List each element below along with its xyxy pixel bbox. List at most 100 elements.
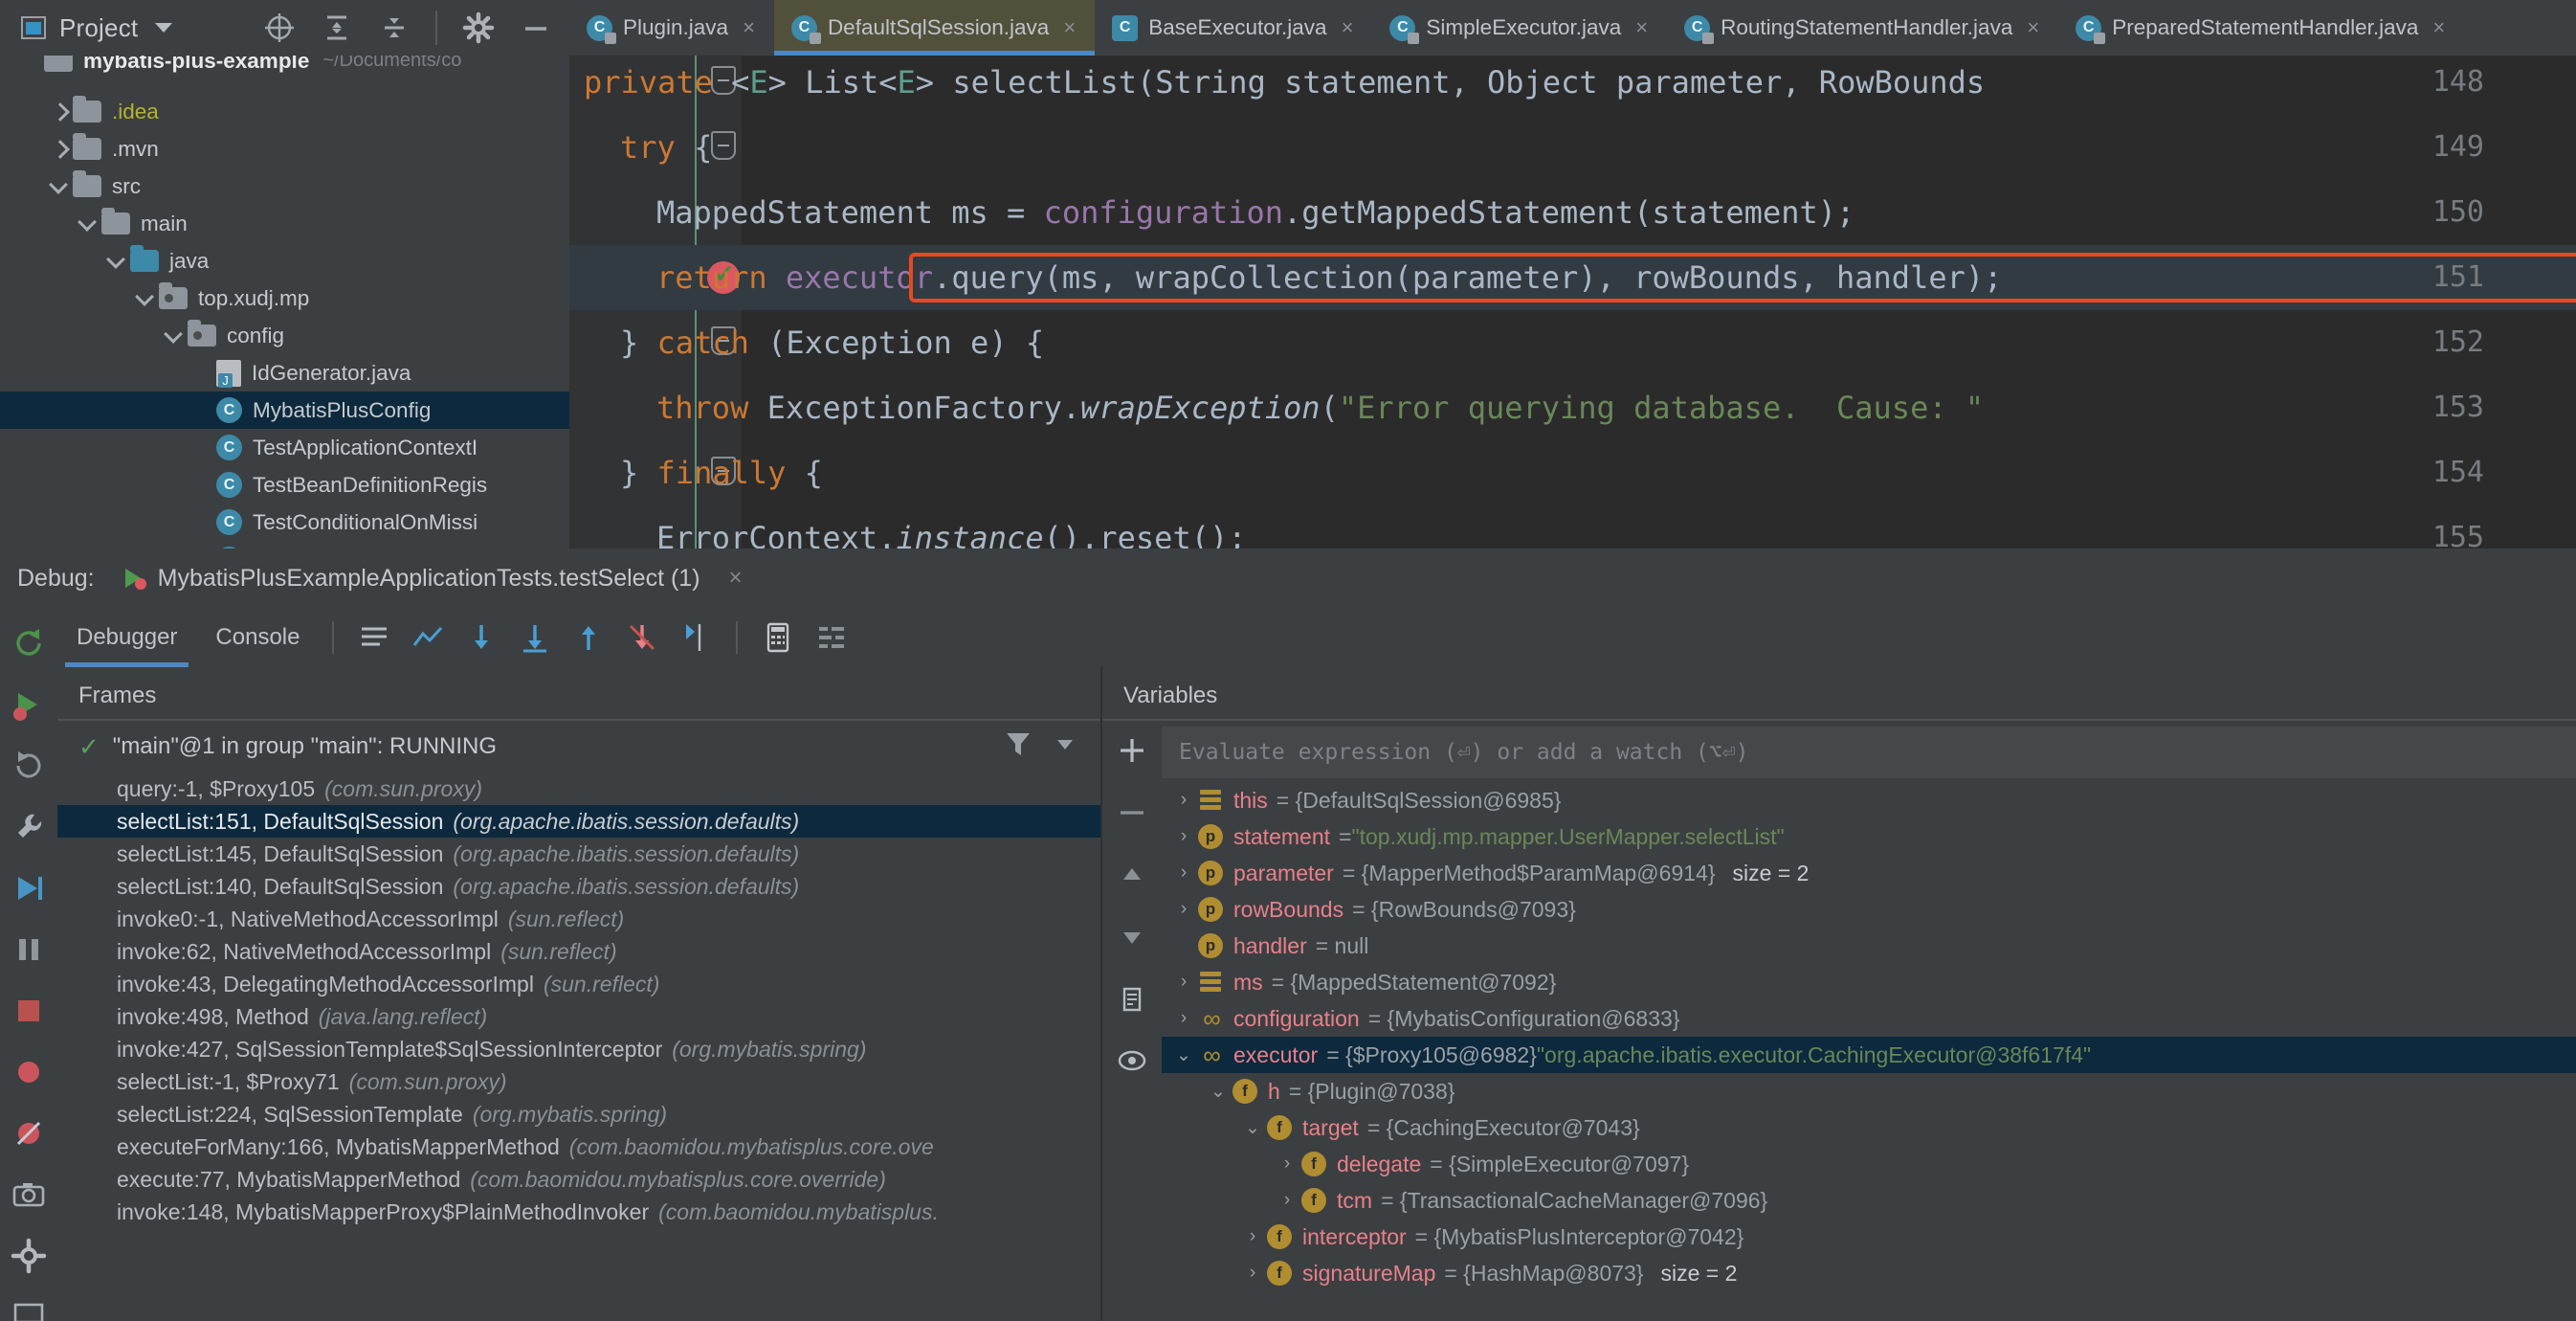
- variable-row[interactable]: › p rowBounds = {RowBounds@7093}: [1162, 891, 2576, 928]
- chevron-right-icon[interactable]: ›: [1273, 1190, 1301, 1211]
- variable-row[interactable]: › ms = {MappedStatement@7092}: [1162, 964, 2576, 1000]
- step-into-icon[interactable]: [518, 620, 552, 655]
- variable-row[interactable]: › f signatureMap = {HashMap@8073} size = 2: [1162, 1255, 2576, 1291]
- frames-list-icon[interactable]: [357, 620, 391, 655]
- tree-item-testimportbeandefinitio[interactable]: CTestImportBeanDefinitio: [0, 541, 569, 549]
- chevron-down-icon[interactable]: [1053, 731, 1077, 763]
- frame-row[interactable]: invoke:148, MybatisMapperProxy$PlainMeth…: [57, 1196, 1100, 1228]
- tree-item-main[interactable]: main: [0, 205, 569, 242]
- pause-icon[interactable]: [11, 931, 47, 968]
- tree-item-testconditionalonmissi[interactable]: C TestConditionalOnMissi: [0, 504, 569, 541]
- variable-row[interactable]: › ∞ configuration = {MybatisConfiguration@…: [1162, 1000, 2576, 1037]
- step-back-icon[interactable]: [11, 748, 47, 784]
- frame-row[interactable]: selectList:224, SqlSessionTemplate (org.m…: [57, 1098, 1100, 1131]
- frame-row[interactable]: invoke:43, DelegatingMethodAccessorImpl (…: [57, 968, 1100, 1000]
- chevron-right-icon[interactable]: ›: [1169, 899, 1198, 920]
- editor-tab-baseexecutor[interactable]: C BaseExecutor.java ×: [1095, 0, 1373, 56]
- inspect-icon[interactable]: [1116, 1045, 1148, 1083]
- variable-row[interactable]: › f delegate = {SimpleExecutor@7097}: [1162, 1146, 2576, 1182]
- chevron-down-icon[interactable]: [46, 168, 73, 205]
- step-over-play-icon[interactable]: [11, 870, 47, 907]
- camera-icon[interactable]: [11, 1176, 47, 1213]
- step-out-icon[interactable]: [571, 620, 606, 655]
- variable-row[interactable]: p handler = null: [1162, 928, 2576, 964]
- tree-item-testbeandefinitionregis[interactable]: C TestBeanDefinitionRegis: [0, 466, 569, 504]
- chevron-right-icon[interactable]: ›: [1169, 790, 1198, 811]
- chevron-right-icon[interactable]: ›: [1238, 1263, 1267, 1284]
- settings-wrench-icon[interactable]: [11, 809, 47, 845]
- tab-console[interactable]: Console: [196, 608, 319, 667]
- variables-panel[interactable]: Variables Evaluate expression (⏎) or add…: [1100, 667, 2576, 1321]
- chevron-down-icon[interactable]: [155, 23, 173, 33]
- code-line[interactable]: private <E> List<E> selectList(String st…: [569, 56, 1985, 115]
- evaluate-expression-icon[interactable]: [761, 620, 795, 655]
- gear-icon[interactable]: [11, 1238, 47, 1274]
- locate-icon[interactable]: [263, 11, 296, 44]
- frame-row[interactable]: selectList:151, DefaultSqlSession (org.ap…: [57, 805, 1100, 838]
- code-line[interactable]: ErrorContext.instance().reset();: [569, 505, 1247, 549]
- chevron-right-icon[interactable]: ›: [1273, 1153, 1301, 1175]
- drop-frame-icon[interactable]: [625, 620, 659, 655]
- chevron-right-icon[interactable]: ›: [1169, 1008, 1198, 1029]
- chevron-right-icon[interactable]: ›: [1169, 862, 1198, 884]
- variable-row[interactable]: ⌄ ∞ executor = {$Proxy105@6982} "org.apach…: [1162, 1037, 2576, 1073]
- chevron-down-icon[interactable]: ⌄: [1169, 1044, 1198, 1066]
- frame-row[interactable]: selectList:-1, $Proxy71 (com.sun.proxy): [57, 1065, 1100, 1098]
- chevron-down-icon[interactable]: [75, 205, 101, 242]
- expand-all-icon[interactable]: [321, 11, 353, 44]
- chevron-right-icon[interactable]: [46, 93, 73, 130]
- variable-row[interactable]: › f tcm = {TransactionalCacheManager@7096}: [1162, 1182, 2576, 1219]
- move-down-icon[interactable]: [1116, 921, 1148, 958]
- debug-run-config[interactable]: MybatisPlusExampleApplicationTests.testS…: [122, 565, 743, 593]
- tree-item-config[interactable]: config: [0, 317, 569, 354]
- tab-debugger[interactable]: Debugger: [57, 608, 196, 667]
- resume-program-icon[interactable]: [11, 686, 47, 723]
- chevron-down-icon[interactable]: ⌄: [1238, 1117, 1267, 1139]
- chevron-down-icon[interactable]: [161, 317, 188, 354]
- close-icon[interactable]: ×: [743, 15, 755, 40]
- close-icon[interactable]: ×: [2432, 15, 2445, 40]
- close-icon[interactable]: ×: [729, 565, 743, 592]
- run-to-cursor-icon[interactable]: [678, 620, 713, 655]
- tree-item-mvn[interactable]: .mvn: [0, 130, 569, 168]
- chevron-down-icon[interactable]: [132, 280, 159, 317]
- chevron-right-icon[interactable]: [46, 130, 73, 168]
- settings-list-icon[interactable]: [814, 620, 849, 655]
- mute-breakpoints-icon[interactable]: [11, 1115, 47, 1152]
- close-icon[interactable]: ×: [1342, 15, 1354, 40]
- variable-row[interactable]: ⌄ f target = {CachingExecutor@7043}: [1162, 1109, 2576, 1146]
- frame-row[interactable]: query:-1, $Proxy105 (com.sun.proxy): [57, 772, 1100, 805]
- frame-row[interactable]: selectList:145, DefaultSqlSession (org.ap…: [57, 838, 1100, 870]
- variables-tree[interactable]: › this = {DefaultSqlSession@6985} › p statem…: [1162, 782, 2576, 1321]
- frames-list[interactable]: query:-1, $Proxy105 (com.sun.proxy) select…: [57, 772, 1100, 1228]
- add-watch-icon[interactable]: [1116, 734, 1148, 772]
- variable-row[interactable]: › p statement = "top.xudj.mp.mapper.UserMa…: [1162, 818, 2576, 855]
- editor-tab-defaultsqlsession[interactable]: C DefaultSqlSession.java ×: [773, 0, 1096, 56]
- gear-icon[interactable]: [462, 11, 495, 44]
- frame-row[interactable]: selectList:140, DefaultSqlSession (org.ap…: [57, 870, 1100, 903]
- remove-watch-icon[interactable]: [1116, 796, 1148, 834]
- tree-item-idea[interactable]: .idea: [0, 93, 569, 130]
- variable-row[interactable]: › this = {DefaultSqlSession@6985}: [1162, 782, 2576, 818]
- chevron-down-icon[interactable]: [103, 242, 130, 280]
- minimize-icon[interactable]: [520, 11, 552, 44]
- tree-root-item[interactable]: mybatis-plus-example ~/Documents/co: [0, 56, 569, 79]
- thread-selector[interactable]: ✓ "main"@1 in group "main": RUNNING: [57, 721, 1100, 772]
- close-icon[interactable]: ×: [1063, 15, 1076, 40]
- chevron-down-icon[interactable]: ⌄: [1204, 1081, 1232, 1103]
- frames-panel[interactable]: Frames ✓ "main"@1 in group "main": RUNNI…: [57, 667, 1100, 1321]
- filter-icon[interactable]: [1003, 728, 1033, 766]
- tree-item-mybatisplusconfig[interactable]: C MybatisPlusConfig: [0, 392, 569, 429]
- editor-tab-preparedstatementhandler[interactable]: C PreparedStatementHandler.java ×: [2058, 0, 2465, 56]
- close-icon[interactable]: ×: [1635, 15, 1648, 40]
- tree-item-src[interactable]: src: [0, 168, 569, 205]
- rerun-icon[interactable]: [11, 625, 47, 661]
- chevron-right-icon[interactable]: ›: [1169, 826, 1198, 847]
- editor-tab-plugin[interactable]: C Plugin.java ×: [569, 0, 774, 56]
- stop-icon[interactable]: [11, 993, 47, 1029]
- view-breakpoints-icon[interactable]: [11, 1054, 47, 1090]
- move-up-icon[interactable]: [1116, 859, 1148, 896]
- code-line[interactable]: } catch (Exception e) {: [569, 310, 1044, 375]
- code-editor[interactable]: 148 private <E> List<E> selectList(String…: [569, 56, 2576, 549]
- variable-row[interactable]: ⌄ f h = {Plugin@7038}: [1162, 1073, 2576, 1109]
